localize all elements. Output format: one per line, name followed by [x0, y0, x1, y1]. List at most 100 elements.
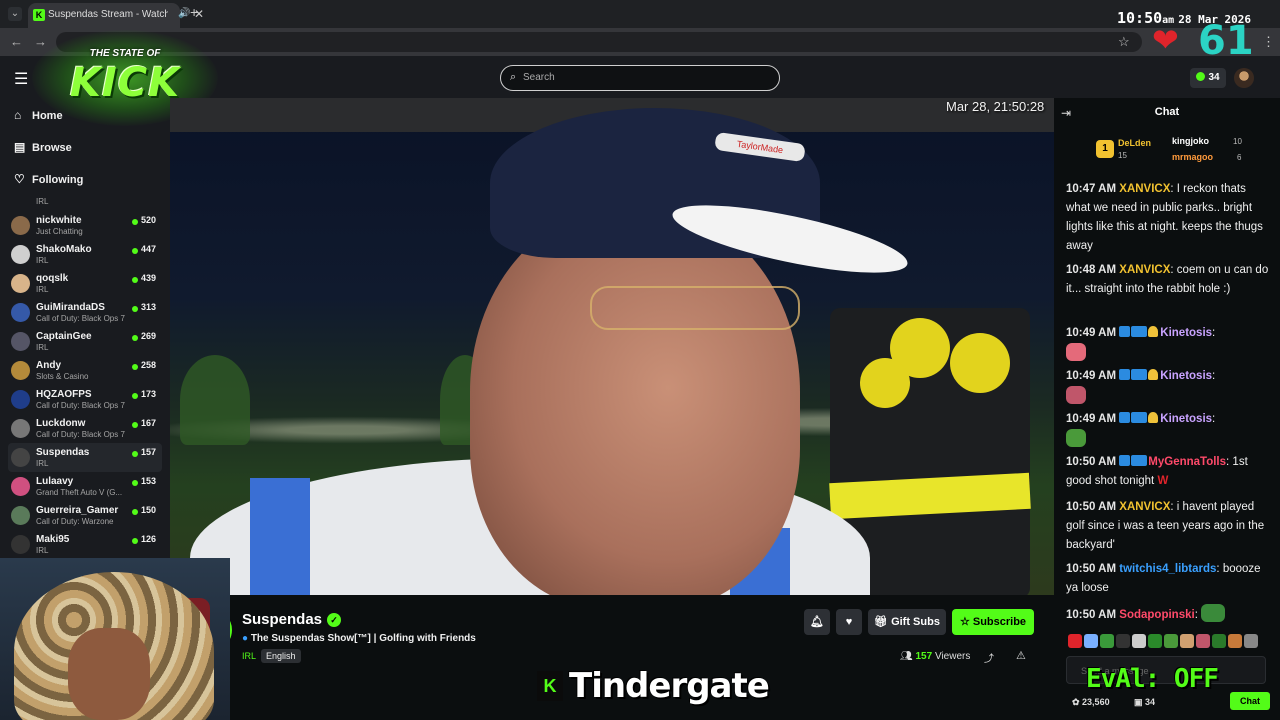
live-dot-icon [132, 422, 138, 428]
emote-icon[interactable] [1196, 634, 1210, 648]
channel-name: Guerreira_Gamer [36, 505, 119, 516]
message-user[interactable]: Kinetosis [1160, 327, 1212, 339]
channel-viewer-count: 269 [141, 331, 157, 341]
user-avatar[interactable] [1234, 68, 1254, 88]
emote-icon[interactable] [1084, 634, 1098, 648]
leader-count: 10 [1233, 137, 1242, 146]
tab-search-icon[interactable]: ⌄ [8, 7, 22, 21]
message-user[interactable]: twitchis4_libtards [1119, 563, 1216, 575]
language-tag[interactable]: English [261, 649, 301, 663]
report-icon[interactable]: ⚠ [1016, 649, 1026, 662]
verified-icon: ✓ [327, 613, 342, 627]
browser-tab[interactable]: K Suspendas Stream - Watch 🔊 ✕ [28, 3, 204, 28]
video-player[interactable]: TaylorMade Mar 28, 21:50:28 [170, 98, 1054, 595]
channel-viewer-count: 447 [141, 244, 157, 254]
gift-count-value: 34 [1145, 697, 1156, 707]
gift-subs-button[interactable]: 🎁︎ Gift Subs [868, 609, 946, 635]
emote-icon[interactable] [1100, 634, 1114, 648]
sidebar-item-browse[interactable]: ▤ Browse [14, 140, 72, 154]
live-dot-icon [132, 393, 138, 399]
message-user[interactable]: Kinetosis [1160, 413, 1212, 425]
browse-icon: ▤ [14, 140, 26, 154]
emote-icon[interactable] [1164, 634, 1178, 648]
subscribe-button[interactable]: ☆ Subscribe [952, 609, 1034, 635]
forward-icon[interactable]: → [34, 34, 47, 49]
message-user[interactable]: XANVICX [1119, 501, 1170, 513]
follow-button[interactable]: ♥ [836, 609, 862, 635]
browser-menu-icon[interactable]: ⋮ [1262, 34, 1275, 50]
streamer-name[interactable]: Suspendas ✓ [242, 611, 342, 628]
message-user[interactable]: XANVICX [1119, 183, 1170, 195]
channel-points[interactable]: ✿ 23,560 [1072, 697, 1110, 708]
channel-avatar [11, 390, 30, 409]
golf-headcover [860, 358, 910, 408]
channel-category-partial: IRL [36, 197, 49, 206]
sidebar-channel[interactable]: Andy Slots & Casino 258 [8, 356, 162, 385]
gift-icon: 🎁︎ [874, 616, 892, 628]
bookmark-star-icon[interactable]: ☆ [1118, 34, 1130, 50]
notification-bell-button[interactable]: 🔔︎ [804, 609, 830, 635]
bulb-badge-icon [1148, 369, 1159, 380]
message-user[interactable]: XANVICX [1119, 264, 1170, 276]
chat-message: 10:48 AM XANVICX: coem on u can do it...… [1066, 264, 1269, 295]
sidebar-channel[interactable]: Maki95 IRL 126 [8, 530, 162, 559]
emote-icon[interactable] [1116, 634, 1130, 648]
live-dot-icon [132, 538, 138, 544]
globe-icon: ● [242, 633, 249, 644]
new-tab-icon[interactable]: + [190, 4, 198, 20]
w-emote-icon: W [1157, 475, 1169, 487]
sidebar-channel[interactable]: qoqslk IRL 439 [8, 269, 162, 298]
message-user[interactable]: Sodapopinski [1119, 609, 1194, 621]
sidebar-channel[interactable]: Suspendas IRL 157 [8, 443, 162, 472]
sub-badge-icon [1119, 326, 1131, 337]
message-user[interactable]: MyGennaTolls [1148, 456, 1226, 468]
message-user[interactable]: Kinetosis [1160, 370, 1212, 382]
subscribe-label: Subscribe [972, 616, 1027, 628]
hamburger-menu-icon[interactable]: ☰ [14, 69, 28, 89]
kick-points-button[interactable]: 34 [1190, 68, 1226, 88]
emote-icon[interactable] [1148, 634, 1162, 648]
leader-name[interactable]: mrmagoo [1172, 152, 1213, 162]
sub-badge-icon [1119, 369, 1131, 380]
sidebar-item-following[interactable]: ♡ Following [14, 172, 83, 186]
chat-message: 10:49 AM Kinetosis: [1066, 410, 1272, 450]
emote-icon[interactable] [1132, 634, 1146, 648]
url-field[interactable] [56, 32, 1142, 52]
channel-avatar [11, 303, 30, 322]
channel-name: ShakoMako [36, 244, 92, 255]
channel-category: IRL [36, 459, 49, 468]
emote-icon[interactable] [1212, 634, 1226, 648]
share-icon[interactable]: ⤴ [984, 650, 994, 665]
sidebar-channel[interactable]: ShakoMako IRL 447 [8, 240, 162, 269]
speaker-icon[interactable]: 🔊 [178, 8, 190, 19]
star-icon: ☆ [959, 616, 973, 628]
channel-viewer-count: 313 [141, 302, 157, 312]
sidebar-channel[interactable]: Guerreira_Gamer Call of Duty: Warzone 150 [8, 501, 162, 530]
gift-count[interactable]: ▣ 34 [1134, 697, 1155, 708]
heart-rate-icon: ❤ [1152, 22, 1179, 58]
search-placeholder: Search [523, 72, 555, 83]
send-chat-button[interactable]: Chat [1230, 692, 1270, 710]
sidebar-channel[interactable]: nickwhite Just Chatting 520 [8, 211, 162, 240]
emote-icon[interactable] [1180, 634, 1194, 648]
channel-viewer-count: 157 [141, 447, 157, 457]
emote-icon[interactable] [1228, 634, 1242, 648]
sidebar-channel[interactable]: GuiMirandaDS Call of Duty: Black Ops 7 313 [8, 298, 162, 327]
channel-category: Slots & Casino [36, 372, 89, 381]
sidebar-channel[interactable]: HQZAOFPS Call of Duty: Black Ops 7 173 [8, 385, 162, 414]
emote-icon[interactable] [1244, 634, 1258, 648]
sidebar-channel[interactable]: Lulaavy Grand Theft Auto V (G... 153 [8, 472, 162, 501]
sidebar-channel[interactable]: CaptainGee IRL 269 [8, 327, 162, 356]
emote-icon[interactable] [1068, 634, 1082, 648]
kick-points-count: 34 [1208, 72, 1220, 83]
sidebar-channel[interactable]: Luckdonw Call of Duty: Black Ops 7 167 [8, 414, 162, 443]
stream-category[interactable]: IRL [242, 651, 256, 661]
channel-viewer-count: 173 [141, 389, 157, 399]
message-time: 10:49 AM [1066, 370, 1117, 382]
leader-name[interactable]: DeLden [1118, 138, 1151, 148]
leader-name[interactable]: kingjoko [1172, 136, 1209, 146]
back-icon[interactable]: ← [10, 34, 23, 49]
search-input[interactable]: ⌕ Search [500, 65, 780, 91]
channel-viewer-count: 150 [141, 505, 157, 515]
channel-category: Call of Duty: Black Ops 7 [36, 314, 125, 323]
